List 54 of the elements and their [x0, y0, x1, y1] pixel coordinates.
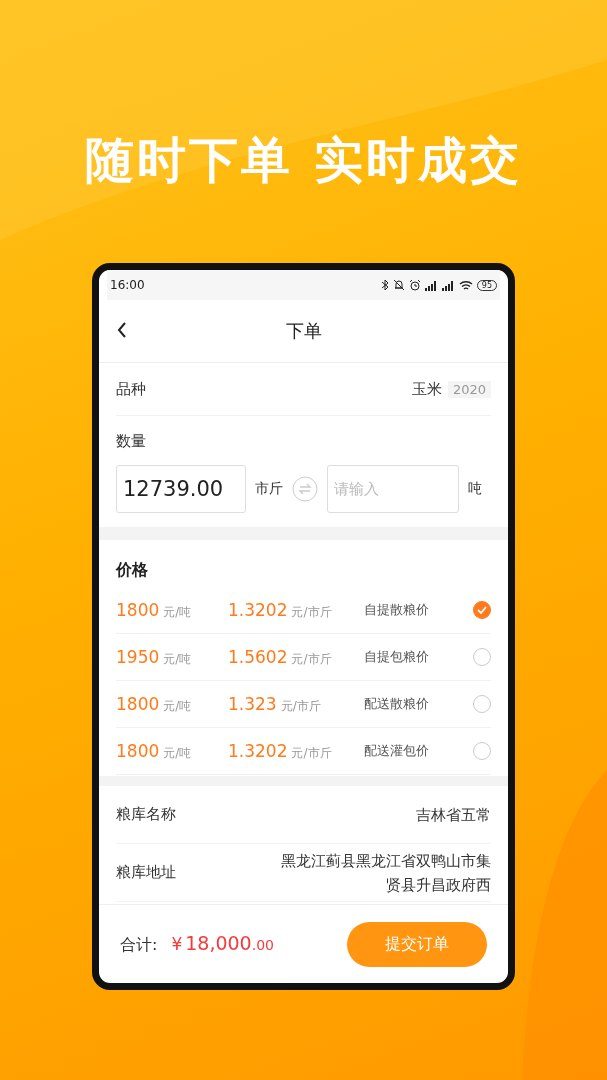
price-value: 1.3202 [228, 740, 288, 761]
section-title: 价格 [114, 559, 149, 581]
unit-label: 市斤 [255, 480, 283, 498]
year-tag: 2020 [447, 380, 491, 398]
signal-icon [441, 279, 455, 291]
headline: 随时下单 实时成交 [85, 131, 522, 191]
price-type-label: 配送灌包价 [364, 742, 430, 760]
bluetooth-icon [380, 279, 389, 291]
field-label: 粮库名称 [116, 805, 176, 824]
page-title: 下单 [285, 319, 322, 343]
quantity-input-field[interactable]: 12739.00 [116, 465, 246, 513]
total-label: 合计: [120, 935, 158, 956]
total-decimals: .00 [251, 937, 274, 953]
currency-symbol: ¥ [171, 934, 183, 954]
price-value: 1800 [116, 693, 160, 714]
price-type-label: 自提包粮价 [364, 648, 430, 666]
price-value: 1800 [116, 599, 160, 620]
price-option-row[interactable]: 1950 元/吨 1.5602 元/市斤 自提包粮价 [116, 634, 491, 681]
price-type-label: 自提散粮价 [364, 601, 430, 619]
price-value: 1800 [116, 740, 160, 761]
field-label: 品种 [116, 379, 146, 399]
unit-label: 元/吨 [163, 603, 192, 621]
price-option-row[interactable]: 1800 元/吨 1.3202 元/市斤 自提散粮价 [116, 587, 491, 634]
unit-label: 元/吨 [163, 650, 192, 668]
wifi-icon [458, 279, 473, 291]
unit-label: 元/市斤 [291, 744, 332, 762]
checkmark-icon [477, 606, 487, 614]
unit-label: 元/市斤 [291, 603, 332, 621]
clock: 16:00 [110, 278, 145, 292]
price-value: 1950 [116, 646, 160, 667]
unit-label: 元/市斤 [291, 650, 332, 668]
alarm-icon [408, 279, 421, 291]
variety-value: 玉米 [411, 379, 442, 398]
field-label: 数量 [115, 431, 147, 451]
unit-label: 吨 [468, 480, 482, 498]
signal-icon [424, 279, 438, 291]
price-type-label: 配送散粮价 [364, 695, 430, 713]
price-value: 1.323 [228, 693, 277, 714]
radio-button[interactable] [473, 601, 491, 619]
unit-label: 元/吨 [163, 697, 192, 715]
price-option-row[interactable]: 1800 元/吨 1.323 元/市斤 配送散粮价 [116, 681, 491, 728]
unit-label: 元/市斤 [280, 697, 321, 715]
field-value: 黑龙江蓟县黑龙江省双鸭山市集贤县升昌政府西 [280, 850, 491, 896]
field-value: 吉林省五常 [415, 804, 491, 826]
back-icon[interactable] [117, 322, 127, 338]
field-label: 粮库地址 [116, 863, 176, 882]
unit-label: 元/吨 [163, 744, 192, 762]
quantity-input-field[interactable]: 请输入 [327, 465, 459, 513]
swap-icon[interactable] [292, 476, 318, 502]
bell-muted-icon [392, 279, 405, 291]
total-amount: 18,000 [185, 932, 252, 954]
price-value: 1.3202 [228, 599, 288, 620]
price-value: 1.5602 [228, 646, 288, 667]
price-option-row[interactable]: 1800 元/吨 1.3202 元/市斤 配送灌包价 [116, 728, 491, 775]
